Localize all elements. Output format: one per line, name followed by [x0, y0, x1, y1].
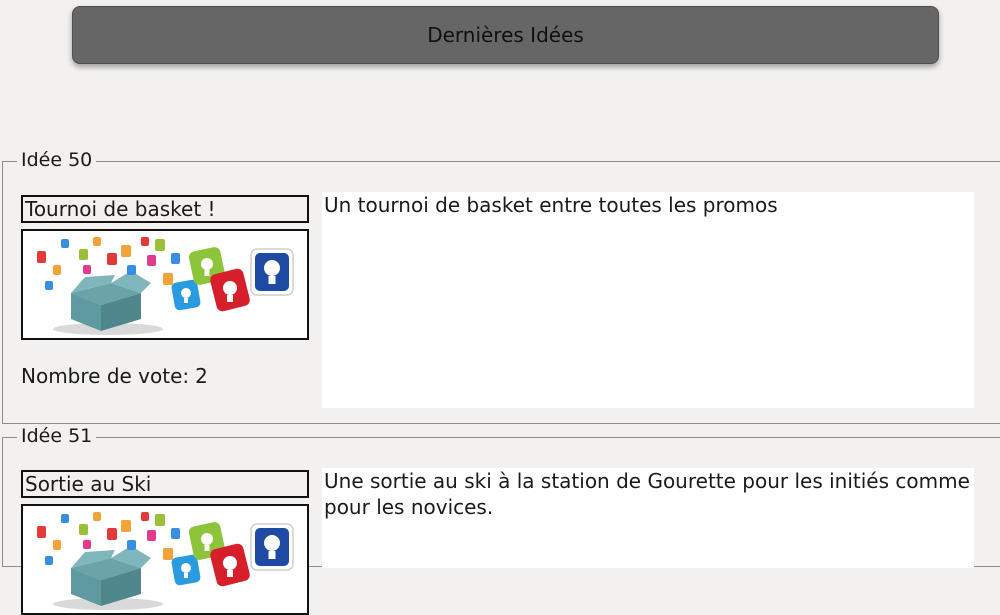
idea-image	[21, 229, 309, 340]
idea-title: Sortie au Ski	[21, 470, 309, 498]
vote-count-text: Nombre de vote: 2	[21, 364, 208, 388]
idea-card: Idée 50 Tournoi de basket ! Nombre de vo…	[2, 148, 1000, 424]
vote-count-label: Nombre de vote:	[21, 364, 190, 388]
idea-title: Tournoi de basket !	[21, 195, 309, 223]
latest-ideas-header: Dernières Idées	[72, 6, 939, 64]
idea-card: Idée 51 Sortie au Ski Une sortie au ski …	[2, 424, 1000, 615]
vote-count-value: 2	[195, 364, 208, 388]
ideas-box-lightbulbs-illustration	[23, 231, 307, 338]
idea-legend: Idée 50	[17, 148, 97, 172]
page-title: Dernières Idées	[427, 23, 584, 47]
idea-description: Un tournoi de basket entre toutes les pr…	[322, 192, 974, 408]
idea-image	[21, 504, 309, 615]
idea-description: Une sortie au ski à la station de Gouret…	[322, 468, 974, 568]
idea-legend: Idée 51	[17, 424, 97, 448]
ideas-box-lightbulbs-illustration	[23, 506, 307, 613]
